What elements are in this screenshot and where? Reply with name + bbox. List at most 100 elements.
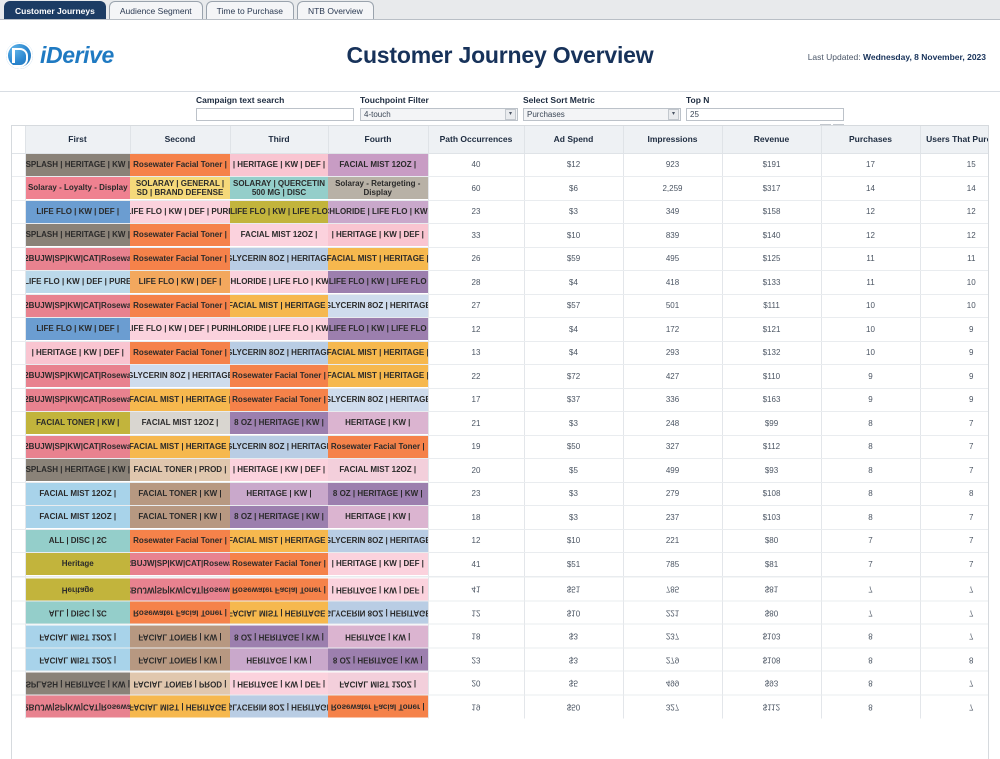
journey-step-fourth[interactable]: FACIAL MIST | HERITAGE |: [328, 341, 428, 365]
journey-step-third[interactable]: Rosewater Facial Toner |: [230, 388, 328, 412]
top-n-value[interactable]: 25: [686, 108, 844, 121]
column-header-first[interactable]: First: [24, 126, 131, 154]
table-row[interactable]: 2BUJW|SP|KW|CAT|Rosewa Rosewater Facial T…: [12, 294, 988, 318]
journey-step-second[interactable]: FACIAL TONER | KW |: [130, 647, 230, 671]
tab-audience-segment[interactable]: Audience Segment: [108, 1, 203, 19]
journey-step-fourth[interactable]: HERITAGE | KW |: [328, 624, 428, 648]
journey-step-first[interactable]: SPLASH | HERITAGE | KW |: [25, 671, 130, 695]
journey-step-fourth[interactable]: Solaray - Retargeting - Display: [328, 176, 428, 201]
journey-step-first[interactable]: LIFE FLO | KW | DEF |: [25, 200, 130, 224]
journey-step-first[interactable]: ALL | DISC | 2C: [25, 600, 130, 624]
journey-step-third[interactable]: FACIAL MIST | HERITAGE |: [230, 294, 328, 318]
table-row[interactable]: FACIAL MIST 12OZ | FACIAL TONER | KW | 8 O…: [12, 505, 988, 530]
journey-step-second[interactable]: FACIAL MIST | HERITAGE |: [130, 694, 230, 718]
journey-step-fourth[interactable]: 8 OZ | HERITAGE | KW |: [328, 482, 428, 506]
table-row[interactable]: FACIAL MIST 12OZ | FACIAL TONER | KW | HER…: [12, 482, 988, 506]
journey-step-second[interactable]: GLYCERIN 8OZ | HERITAGE: [130, 364, 230, 389]
journey-step-third[interactable]: | HERITAGE | KW | DEF |: [230, 153, 328, 177]
journey-step-first[interactable]: FACIAL MIST 12OZ |: [25, 505, 130, 530]
table-row[interactable]: FACIAL TONER | KW | FACIAL MIST 12OZ | 8 O…: [12, 411, 988, 436]
journey-step-fourth[interactable]: FACIAL MIST 12OZ |: [328, 153, 428, 177]
journey-step-fourth[interactable]: Rosewater Facial Toner |: [328, 694, 428, 718]
table-row[interactable]: SPLASH | HERITAGE | KW | Rosewater Facial…: [12, 153, 988, 177]
journey-step-fourth[interactable]: CHLORIDE | LIFE FLO | KW |: [328, 200, 428, 224]
journey-table-panel[interactable]: First Second Third Fourth Path Occurrenc…: [11, 125, 989, 759]
journey-step-third[interactable]: GLYCERIN 8OZ | HERITAGE: [230, 247, 328, 271]
journey-step-third[interactable]: 8 OZ | HERITAGE | KW |: [230, 505, 328, 530]
journey-step-third[interactable]: Rosewater Facial Toner |: [230, 552, 328, 577]
journey-step-second[interactable]: LIFE FLO | KW | DEF | PURE: [130, 200, 230, 224]
table-row[interactable]: ALL | DISC | 2C Rosewater Facial Toner | F…: [12, 600, 988, 624]
journey-step-second[interactable]: LIFE FLO | KW | DEF | PURE: [130, 317, 230, 342]
journey-step-first[interactable]: FACIAL TONER | KW |: [25, 411, 130, 436]
journey-step-second[interactable]: Rosewater Facial Toner |: [130, 223, 230, 248]
journey-step-second[interactable]: Rosewater Facial Toner |: [130, 153, 230, 177]
journey-step-second[interactable]: FACIAL MIST 12OZ |: [130, 411, 230, 436]
journey-step-first[interactable]: FACIAL MIST 12OZ |: [25, 624, 130, 648]
column-header-second[interactable]: Second: [129, 126, 231, 154]
journey-step-second[interactable]: FACIAL TONER | KW |: [130, 624, 230, 648]
journey-step-fourth[interactable]: HERITAGE | KW |: [328, 411, 428, 436]
tab-customer-journeys[interactable]: Customer Journeys: [4, 1, 106, 19]
journey-step-fourth[interactable]: GLYCERIN 8OZ | HERITAGE: [328, 388, 428, 412]
journey-step-third[interactable]: 8 OZ | HERITAGE | KW |: [230, 411, 328, 436]
table-row[interactable]: | HERITAGE | KW | DEF | Rosewater Facial …: [12, 341, 988, 365]
journey-step-first[interactable]: 2BUJW|SP|KW|CAT|Rosewa: [25, 364, 130, 389]
journey-step-fourth[interactable]: | HERITAGE | KW | DEF |: [328, 223, 428, 248]
journey-step-first[interactable]: 2BUJW|SP|KW|CAT|Rosewa: [25, 435, 130, 459]
table-row[interactable]: SPLASH | HERITAGE | KW | Rosewater Facial…: [12, 223, 988, 248]
journey-step-first[interactable]: SPLASH | HERITAGE | KW |: [25, 223, 130, 248]
journey-step-third[interactable]: | HERITAGE | KW | DEF |: [230, 458, 328, 483]
journey-step-third[interactable]: Rosewater Facial Toner |: [230, 577, 328, 601]
journey-step-first[interactable]: Heritage: [25, 552, 130, 577]
tab-time-to-purchase[interactable]: Time to Purchase: [205, 1, 294, 19]
table-row[interactable]: FACIAL MIST 12OZ | FACIAL TONER | KW | 8 O…: [12, 624, 988, 648]
journey-step-fourth[interactable]: LIFE FLO | KW | LIFE FLO: [328, 270, 428, 295]
journey-step-first[interactable]: FACIAL MIST 12OZ |: [25, 647, 130, 671]
column-header-fourth[interactable]: Fourth: [327, 126, 429, 154]
column-header-impressions[interactable]: Impressions: [622, 126, 723, 154]
journey-step-second[interactable]: FACIAL TONER | PROD |: [130, 458, 230, 483]
column-header-revenue[interactable]: Revenue: [721, 126, 822, 154]
journey-step-first[interactable]: LIFE FLO | KW | DEF | PURE: [25, 270, 130, 295]
journey-step-second[interactable]: FACIAL TONER | KW |: [130, 505, 230, 530]
tab-ntb-overview[interactable]: NTB Overview: [296, 1, 374, 19]
table-row[interactable]: 2BUJW|SP|KW|CAT|Rosewa FACIAL MIST | HERI…: [12, 388, 988, 412]
journey-step-first[interactable]: ALL | DISC | 2C: [25, 529, 130, 553]
journey-step-second[interactable]: Rosewater Facial Toner |: [130, 600, 230, 624]
sort-metric-select[interactable]: Purchases ▾: [523, 108, 681, 121]
column-header-ad-spend[interactable]: Ad Spend: [523, 126, 624, 154]
journey-step-first[interactable]: Heritage: [25, 577, 130, 601]
journey-step-third[interactable]: GLYCERIN 8OZ | HERITAGE: [230, 435, 328, 459]
journey-step-first[interactable]: SPLASH | HERITAGE | KW |: [25, 153, 130, 177]
journey-step-fourth[interactable]: GLYCERIN 8OZ | HERITAGE: [328, 600, 428, 624]
journey-step-first[interactable]: 2BUJW|SP|KW|CAT|Rosewa: [25, 294, 130, 318]
table-row[interactable]: FACIAL MIST 12OZ | FACIAL TONER | KW | HER…: [12, 647, 988, 671]
journey-step-fourth[interactable]: GLYCERIN 8OZ | HERITAGE: [328, 529, 428, 553]
journey-step-fourth[interactable]: Rosewater Facial Toner |: [328, 435, 428, 459]
table-row[interactable]: LIFE FLO | KW | DEF | LIFE FLO | KW | DEF…: [12, 317, 988, 342]
table-row[interactable]: 2BUJW|SP|KW|CAT|Rosewa GLYCERIN 8OZ | HER…: [12, 364, 988, 389]
journey-step-third[interactable]: FACIAL MIST | HERITAGE |: [230, 529, 328, 553]
table-row[interactable]: LIFE FLO | KW | DEF | LIFE FLO | KW | DEF…: [12, 200, 988, 224]
journey-step-first[interactable]: 2BUJW|SP|KW|CAT|Rosewa: [25, 247, 130, 271]
journey-step-third[interactable]: CHLORIDE | LIFE FLO | KW |: [230, 270, 328, 295]
journey-step-second[interactable]: FACIAL TONER | PROD |: [130, 671, 230, 695]
table-row[interactable]: 2BUJW|SP|KW|CAT|Rosewa FACIAL MIST | HERI…: [12, 694, 988, 718]
table-row[interactable]: ALL | DISC | 2C Rosewater Facial Toner | F…: [12, 529, 988, 553]
journey-step-second[interactable]: LIFE FLO | KW | DEF |: [130, 270, 230, 295]
journey-step-first[interactable]: 2BUJW|SP|KW|CAT|Rosewa: [25, 694, 130, 718]
search-input[interactable]: [196, 108, 354, 121]
journey-step-third[interactable]: FACIAL MIST 12OZ |: [230, 223, 328, 248]
journey-step-fourth[interactable]: FACIAL MIST | HERITAGE |: [328, 247, 428, 271]
journey-step-first[interactable]: 2BUJW|SP|KW|CAT|Rosewa: [25, 388, 130, 412]
table-row[interactable]: SPLASH | HERITAGE | KW | FACIAL TONER | P…: [12, 671, 988, 695]
column-header-path-occurrences[interactable]: Path Occurrences: [427, 126, 525, 154]
journey-step-fourth[interactable]: GLYCERIN 8OZ | HERITAGE: [328, 294, 428, 318]
journey-step-second[interactable]: Rosewater Facial Toner |: [130, 529, 230, 553]
journey-step-second[interactable]: Rosewater Facial Toner |: [130, 247, 230, 271]
journey-step-first[interactable]: LIFE FLO | KW | DEF |: [25, 317, 130, 342]
journey-step-first[interactable]: Solaray - Loyalty - Display: [25, 176, 130, 201]
journey-step-second[interactable]: FACIAL MIST | HERITAGE |: [130, 435, 230, 459]
table-row[interactable]: LIFE FLO | KW | DEF | PURE LIFE FLO | KW …: [12, 270, 988, 295]
